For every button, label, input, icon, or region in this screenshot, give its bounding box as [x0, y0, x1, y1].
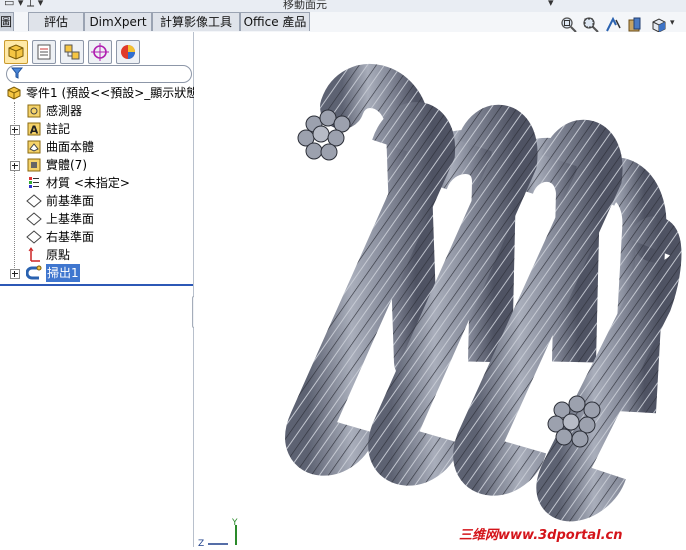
sensor-icon [27, 104, 41, 118]
reference-triad-icon: Y Z [198, 518, 238, 547]
feature-filter-input[interactable] [6, 65, 192, 83]
dimxpert-manager-icon[interactable] [88, 40, 112, 64]
plane-icon [26, 194, 42, 208]
tab-simulation-tools[interactable]: 計算影像工具 [152, 12, 240, 31]
tree-bottom-rule [0, 284, 193, 286]
tab-evaluate[interactable]: 評估 [28, 12, 84, 31]
tab-dimxpert[interactable]: DimXpert [84, 12, 152, 31]
toolbar-fragment-icons: ▭ ▾ ⟂ ▾ [4, 0, 44, 9]
site-watermark: 三维网www.3dportal.cn [459, 528, 623, 543]
rope-end-top [297, 109, 351, 161]
tree-root-label: 零件1 (預設<<預設>_顯示狀態 [26, 86, 199, 100]
triad-z-label: Z [198, 539, 204, 547]
origin-icon [28, 247, 40, 262]
tab-office-products[interactable]: Office 產品 [240, 12, 310, 31]
wire-rope-coil-model[interactable] [194, 32, 686, 547]
tree-item-label: 右基準面 [46, 230, 95, 244]
view-orientation-dropdown[interactable]: ▾ [670, 18, 675, 28]
expand-icon[interactable] [10, 125, 20, 135]
tree-item-label: 曲面本體 [46, 140, 95, 154]
feature-manager-panel: 零件1 (預設<<預設>_顯示狀態 感測器 A 註記 曲面本體 實體(7) 材質… [0, 32, 198, 547]
tree-item-label: 上基準面 [46, 212, 95, 226]
tree-item-label-selected: 掃出1 [46, 264, 80, 282]
tree-item-label: 材質 <未指定> [46, 176, 130, 190]
material-icon [29, 177, 39, 188]
graphics-viewport[interactable] [194, 32, 686, 547]
solid-bodies-icon [27, 158, 41, 172]
tree-item-label: 註記 [46, 122, 71, 136]
tree-item-label: 前基準面 [46, 194, 95, 208]
tree-item-label: 感測器 [46, 104, 83, 118]
tab-sketch-partial[interactable]: 圖 [0, 12, 14, 31]
feature-manager-icon[interactable] [4, 40, 28, 64]
configuration-manager-icon[interactable] [60, 40, 84, 64]
tree-item-label: 原點 [46, 248, 71, 262]
plane-icon [26, 212, 42, 226]
surface-bodies-icon [27, 140, 41, 154]
property-manager-icon[interactable] [32, 40, 56, 64]
triad-y-label: Y [231, 518, 238, 528]
tree-item-label: 實體(7) [46, 158, 87, 172]
svg-text:A: A [30, 124, 39, 137]
plane-icon [26, 230, 42, 244]
part-icon [7, 86, 21, 100]
sweep-icon [26, 265, 42, 280]
annotation-icon: A [27, 122, 41, 137]
display-manager-icon[interactable] [116, 40, 140, 64]
toolbar-fragment-dropdown[interactable]: ▾ [548, 0, 554, 9]
expand-icon[interactable] [10, 269, 20, 279]
move-face-label[interactable]: 移動面元 [283, 0, 327, 12]
expand-icon[interactable] [10, 161, 20, 171]
filter-icon [11, 67, 23, 79]
